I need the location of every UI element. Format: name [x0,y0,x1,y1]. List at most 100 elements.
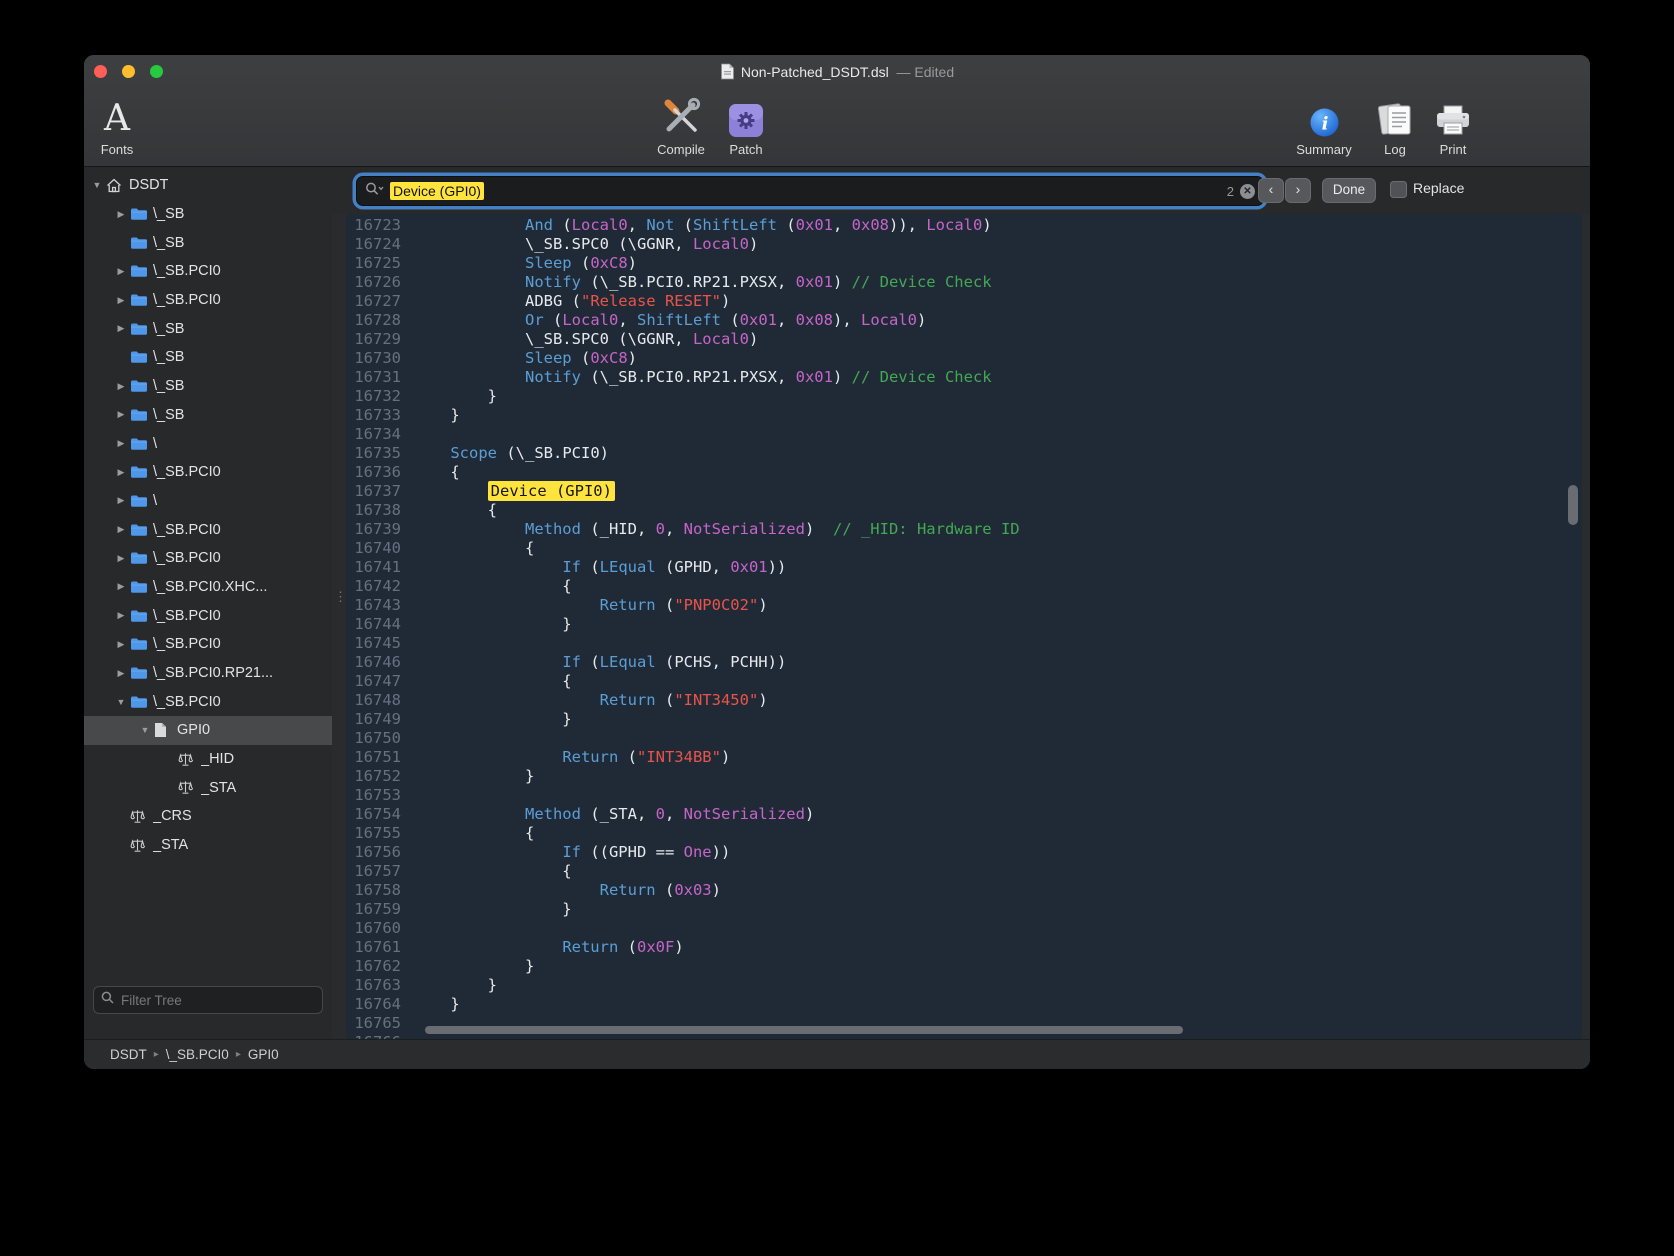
fonts-button[interactable]: A Fonts [84,93,162,157]
code-line[interactable]: 16740 { [346,539,1582,558]
tree-item-[interactable]: ▶\ [84,429,332,458]
tree-item-sb-pci0[interactable]: ▶\_SB.PCI0 [84,515,332,544]
tree-item-sb-pci0[interactable]: ▼\_SB.PCI0 [84,687,332,716]
tree-item-sb[interactable]: \_SB [84,228,332,257]
code-line[interactable]: 16728 Or (Local0, ShiftLeft (0x01, 0x08)… [346,311,1582,330]
tree-item-sb-pci0[interactable]: ▶\_SB.PCI0 [84,630,332,659]
code-line[interactable]: 16744 } [346,615,1582,634]
code-line[interactable]: 16742 { [346,577,1582,596]
disclosure-right-icon[interactable]: ▶ [112,323,130,334]
replace-checkbox[interactable] [1390,181,1407,198]
code-line[interactable]: 16747 { [346,672,1582,691]
code-line[interactable]: 16739 Method (_HID, 0, NotSerialized) //… [346,520,1582,539]
disclosure-right-icon[interactable]: ▶ [112,581,130,592]
find-previous-button[interactable]: ‹ [1258,178,1284,203]
tree-item-sb[interactable]: ▶\_SB [84,314,332,343]
tree-item-sb-pci0[interactable]: ▶\_SB.PCI0 [84,257,332,286]
disclosure-right-icon[interactable]: ▶ [112,409,130,420]
tree-item-hid[interactable]: _HID [84,745,332,774]
code-line[interactable]: 16755 { [346,824,1582,843]
code-line[interactable]: 16752 } [346,767,1582,786]
code-line[interactable]: 16736 { [346,463,1582,482]
tree-item-sb-pci0[interactable]: ▶\_SB.PCI0 [84,544,332,573]
tree-item-dsdt[interactable]: ▼DSDT [84,171,332,200]
code-line[interactable]: 16759 } [346,900,1582,919]
code-line[interactable]: 16741 If (LEqual (GPHD, 0x01)) [346,558,1582,577]
code-line[interactable]: 16727 ADBG ("Release RESET") [346,292,1582,311]
disclosure-down-icon[interactable]: ▼ [136,725,154,735]
code-line[interactable]: 16738 { [346,501,1582,520]
find-next-button[interactable]: › [1285,178,1311,203]
filter-tree-input[interactable] [119,992,315,1009]
disclosure-right-icon[interactable]: ▶ [112,295,130,306]
code-line[interactable]: 16764 } [346,995,1582,1014]
code-line[interactable]: 16724 \_SB.SPC0 (\GGNR, Local0) [346,235,1582,254]
breadcrumb-item[interactable]: \_SB.PCI0 [166,1047,229,1062]
print-button[interactable]: Print [1408,93,1498,157]
tree-item-sta[interactable]: _STA [84,831,332,860]
disclosure-right-icon[interactable]: ▶ [112,438,130,449]
disclosure-right-icon[interactable]: ▶ [112,467,130,478]
code-line[interactable]: 16758 Return (0x03) [346,881,1582,900]
code-line[interactable]: 16730 Sleep (0xC8) [346,349,1582,368]
breadcrumb-item[interactable]: GPI0 [248,1047,279,1062]
disclosure-right-icon[interactable]: ▶ [112,381,130,392]
breadcrumb-item[interactable]: DSDT [110,1047,147,1062]
disclosure-right-icon[interactable]: ▶ [112,639,130,650]
code-line[interactable]: 16761 Return (0x0F) [346,938,1582,957]
code-line[interactable]: 16723 And (Local0, Not (ShiftLeft (0x01,… [346,216,1582,235]
search-menu-icon[interactable] [365,182,384,201]
code-line[interactable]: 16725 Sleep (0xC8) [346,254,1582,273]
code-line[interactable]: 16746 If (LEqual (PCHS, PCHH)) [346,653,1582,672]
code-line[interactable]: 16754 Method (_STA, 0, NotSerialized) [346,805,1582,824]
code-line[interactable]: 16760 [346,919,1582,938]
code-line[interactable]: 16732 } [346,387,1582,406]
tree-item-gpi0[interactable]: ▼GPI0 [84,716,332,745]
disclosure-down-icon[interactable]: ▼ [88,180,106,190]
tree-item-sb-pci0-xhc[interactable]: ▶\_SB.PCI0.XHC... [84,573,332,602]
code-line[interactable]: 16729 \_SB.SPC0 (\GGNR, Local0) [346,330,1582,349]
done-button[interactable]: Done [1322,178,1376,203]
disclosure-right-icon[interactable]: ▶ [112,495,130,506]
tree-item-sb[interactable]: ▶\_SB [84,200,332,229]
code-line[interactable]: 16733 } [346,406,1582,425]
splitter-handle-icon[interactable]: ⋮ [334,594,347,599]
patch-button[interactable]: Patch [701,93,791,157]
clear-search-icon[interactable]: ✕ [1240,184,1255,199]
tree-item-sb[interactable]: ▶\_SB [84,372,332,401]
code-line[interactable]: 16726 Notify (\_SB.PCI0.RP21.PXSX, 0x01)… [346,273,1582,292]
code-line[interactable]: 16735 Scope (\_SB.PCI0) [346,444,1582,463]
disclosure-down-icon[interactable]: ▼ [112,697,130,707]
vertical-scrollbar[interactable] [1568,485,1578,525]
tree-item-sb-pci0-rp21[interactable]: ▶\_SB.PCI0.RP21... [84,659,332,688]
code-line[interactable]: 16737 Device (GPI0) [346,482,1582,501]
tree-item-sta[interactable]: _STA [84,773,332,802]
code-line[interactable]: 16749 } [346,710,1582,729]
disclosure-right-icon[interactable]: ▶ [112,553,130,564]
code-line[interactable]: 16762 } [346,957,1582,976]
disclosure-right-icon[interactable]: ▶ [112,209,130,220]
tree-item-sb[interactable]: ▶\_SB [84,401,332,430]
code-line[interactable]: 16743 Return ("PNP0C02") [346,596,1582,615]
horizontal-scrollbar[interactable] [425,1026,1183,1034]
code-line[interactable]: 16751 Return ("INT34BB") [346,748,1582,767]
code-line[interactable]: 16731 Notify (\_SB.PCI0.RP21.PXSX, 0x01)… [346,368,1582,387]
disclosure-right-icon[interactable]: ▶ [112,610,130,621]
tree-item-sb-pci0[interactable]: ▶\_SB.PCI0 [84,601,332,630]
code-line[interactable]: 16748 Return ("INT3450") [346,691,1582,710]
code-line[interactable]: 16763 } [346,976,1582,995]
code-line[interactable]: 16750 [346,729,1582,748]
tree-item-[interactable]: ▶\ [84,487,332,516]
tree-item-crs[interactable]: _CRS [84,802,332,831]
disclosure-right-icon[interactable]: ▶ [112,524,130,535]
tree-item-sb[interactable]: \_SB [84,343,332,372]
tree-item-sb-pci0[interactable]: ▶\_SB.PCI0 [84,286,332,315]
tree-item-sb-pci0[interactable]: ▶\_SB.PCI0 [84,458,332,487]
filter-tree-field[interactable] [93,986,323,1014]
disclosure-right-icon[interactable]: ▶ [112,668,130,679]
code-line[interactable]: 16734 [346,425,1582,444]
code-area[interactable]: 16723 And (Local0, Not (ShiftLeft (0x01,… [346,214,1582,1040]
disclosure-right-icon[interactable]: ▶ [112,266,130,277]
code-line[interactable]: 16745 [346,634,1582,653]
code-line[interactable]: 16753 [346,786,1582,805]
